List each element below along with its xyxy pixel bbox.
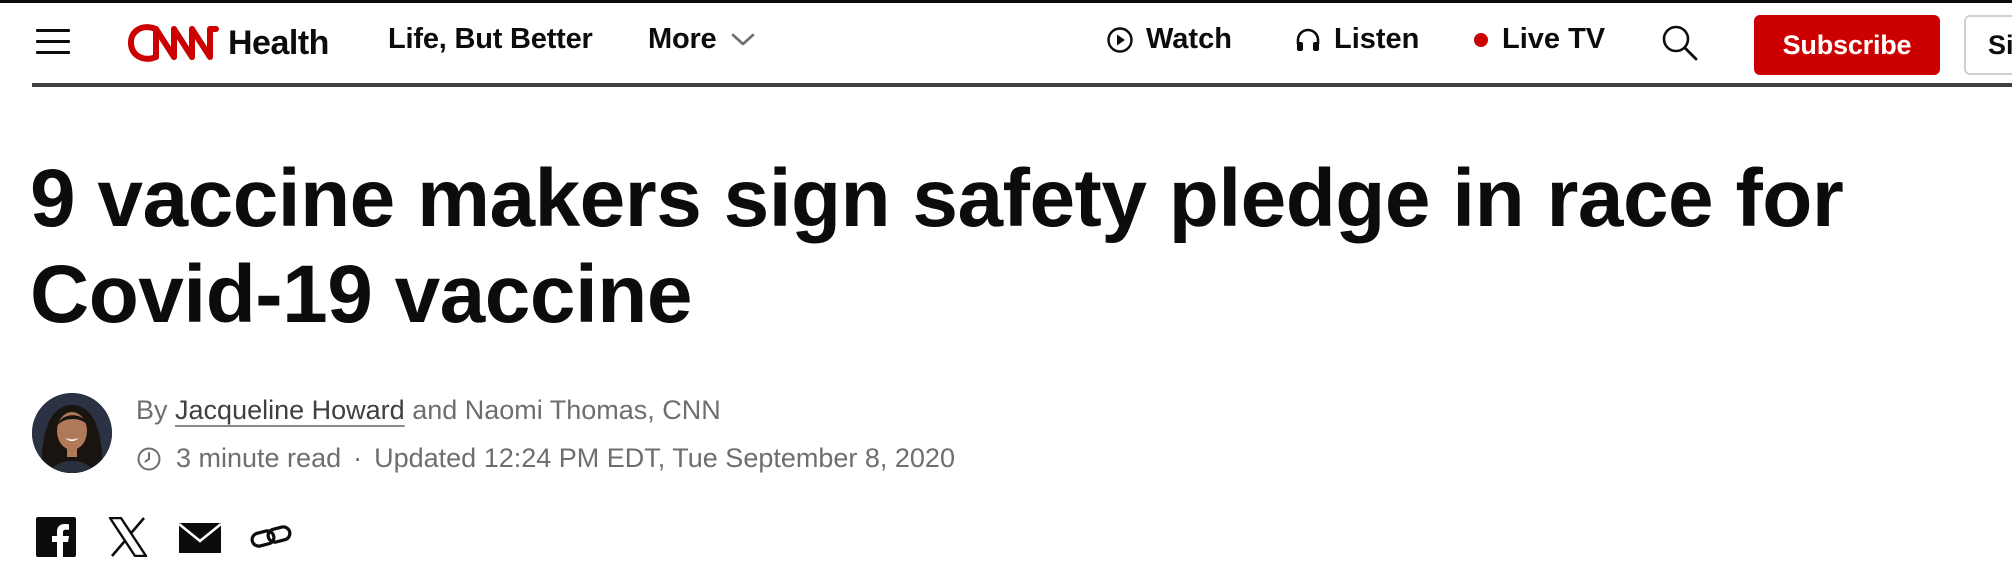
author-photo: [32, 393, 112, 473]
chevron-down-icon: [731, 33, 754, 45]
share-x-button[interactable]: [108, 516, 148, 562]
share-facebook-button[interactable]: [36, 517, 76, 562]
cnn-health-logo[interactable]: Health: [126, 18, 329, 68]
listen-link[interactable]: Listen: [1294, 23, 1419, 56]
listen-label: Listen: [1334, 23, 1420, 55]
subscribe-button[interactable]: Subscribe: [1754, 15, 1940, 75]
sign-in-button[interactable]: Sign in: [1964, 15, 2012, 75]
hamburger-menu-button[interactable]: [34, 27, 74, 57]
nav-more-label: More: [648, 23, 717, 55]
share-email-button[interactable]: [178, 517, 222, 562]
headline-line-2: Covid-19 vaccine: [30, 249, 692, 340]
clock-icon: [136, 446, 162, 472]
live-tv-link[interactable]: Live TV: [1474, 23, 1605, 56]
header-divider: [32, 83, 2012, 87]
updated-timestamp: Updated 12:24 PM EDT, Tue September 8, 2…: [374, 443, 955, 473]
watch-link[interactable]: Watch: [1106, 23, 1232, 56]
author-avatar[interactable]: [32, 393, 112, 473]
search-button[interactable]: [1660, 23, 1700, 68]
headline-line-1: 9 vaccine makers sign safety pledge in r…: [30, 153, 1844, 244]
live-tv-label: Live TV: [1502, 23, 1606, 55]
menu-line: [36, 40, 70, 43]
site-header: Health Life, But Better More Watch Liste…: [0, 3, 2012, 85]
byline-coauthors: and Naomi Thomas, CNN: [412, 395, 721, 425]
menu-line: [36, 51, 70, 54]
x-icon: [108, 516, 148, 558]
byline-prefix: By: [136, 395, 168, 425]
headphones-icon: [1294, 26, 1322, 54]
author-link-jacqueline-howard[interactable]: Jacqueline Howard: [175, 395, 405, 425]
menu-line: [36, 29, 70, 32]
watch-label: Watch: [1146, 23, 1232, 55]
email-icon: [178, 522, 222, 553]
facebook-icon: [36, 517, 76, 557]
article-headline: 9 vaccine makers sign safety pledge in r…: [30, 151, 2012, 343]
nav-more-dropdown[interactable]: More: [648, 23, 755, 56]
article-meta: 3 minute read · Updated 12:24 PM EDT, Tu…: [136, 443, 955, 474]
copy-link-button[interactable]: [250, 517, 294, 562]
meta-separator: ·: [353, 443, 363, 473]
cnn-logo-icon: [127, 24, 219, 62]
read-time: 3 minute read: [176, 443, 342, 473]
live-dot-icon: [1474, 32, 1488, 47]
search-icon: [1662, 25, 1698, 61]
byline: By Jacqueline Howard and Naomi Thomas, C…: [136, 395, 721, 426]
play-icon: [1106, 26, 1134, 54]
link-icon: [250, 525, 292, 548]
section-title: Health: [228, 23, 329, 62]
nav-life-but-better[interactable]: Life, But Better: [388, 23, 593, 56]
